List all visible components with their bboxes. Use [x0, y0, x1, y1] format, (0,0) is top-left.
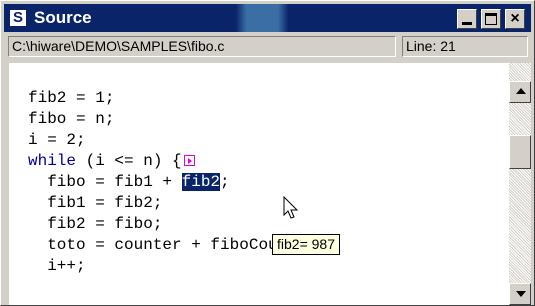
scroll-down-button[interactable] — [509, 283, 531, 305]
code-line[interactable]: toto = counter + fiboCount; — [28, 235, 306, 256]
source-window-icon[interactable]: S — [8, 8, 28, 28]
code-editor[interactable]: fib2 = 1; fibo = n; i = 2; while (i <= n) {… — [9, 63, 509, 305]
minimize-icon — [462, 22, 472, 25]
scroll-up-button[interactable] — [509, 81, 531, 103]
keyword-while: while — [28, 152, 77, 170]
maximize-button[interactable] — [481, 9, 501, 29]
maximize-icon — [485, 13, 497, 25]
code-line[interactable]: i = 2; — [28, 130, 306, 151]
path-bar: C:\hiware\DEMO\SAMPLES\fibo.c Line: 21 — [4, 34, 531, 60]
code-line[interactable]: fib1 = fib2; — [28, 193, 306, 214]
arrow-up-icon — [516, 88, 526, 94]
code-line[interactable]: fib2 = fibo; — [28, 214, 306, 235]
execution-marker-icon[interactable] — [183, 155, 195, 166]
mouse-pointer-icon — [283, 196, 299, 219]
code-line[interactable]: fib2 = 1; — [28, 88, 306, 109]
source-window: S Source × C:\hiware\DEMO\SAMPLES\fibo.c… — [0, 0, 535, 306]
code-line[interactable]: fibo = n; — [28, 109, 306, 130]
arrow-down-icon — [516, 291, 526, 297]
title-bar[interactable]: S Source × — [4, 4, 531, 32]
source-code: fib2 = 1; fibo = n; i = 2; while (i <= n) {… — [28, 88, 306, 277]
variable-value-tooltip: fib2= 987 — [272, 234, 340, 255]
close-icon: × — [510, 10, 520, 27]
scroll-thumb[interactable] — [509, 135, 531, 169]
code-line[interactable]: fibo = fib1 + fib2; — [28, 172, 306, 193]
minimize-button[interactable] — [457, 9, 477, 29]
file-path: C:\hiware\DEMO\SAMPLES\fibo.c — [8, 36, 396, 57]
vertical-scrollbar[interactable] — [509, 63, 531, 305]
code-line[interactable]: i++; — [28, 256, 306, 277]
selected-variable[interactable]: fib2 — [181, 173, 221, 191]
window-title: Source — [34, 8, 92, 27]
line-indicator: Line: 21 — [402, 36, 528, 57]
code-line[interactable]: while (i <= n) { — [28, 151, 306, 172]
close-button[interactable]: × — [505, 9, 525, 29]
